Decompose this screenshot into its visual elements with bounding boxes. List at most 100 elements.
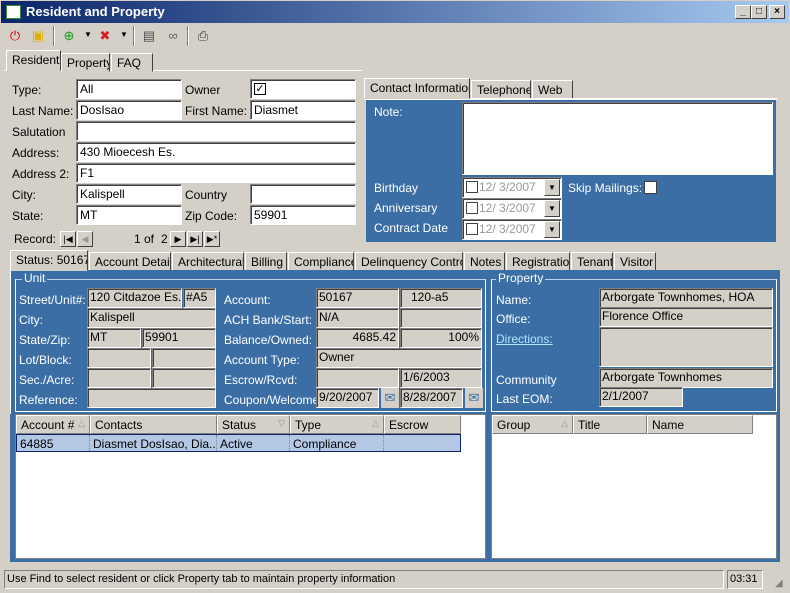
account-field: 50167	[316, 288, 399, 308]
directions-link[interactable]: Directions:	[496, 332, 553, 346]
salutation-label: Salutation	[12, 125, 66, 139]
contract-date-picker[interactable]: 12/ 3/2007 ▼	[462, 219, 562, 240]
type-field[interactable]: All	[76, 79, 182, 99]
edit-icon[interactable]: ▤	[140, 27, 158, 45]
tab-status-50167[interactable]: Status: 50167	[10, 250, 88, 271]
cell-type: Compliance	[290, 435, 384, 451]
cell-contacts: Diasmet DosIsao, Dia...	[90, 435, 217, 451]
accounts-grid[interactable]: Account # △ Contacts Status ▽ Type △ Escrow…	[15, 414, 486, 559]
first-name-field[interactable]: Diasmet	[250, 100, 356, 120]
zip-field[interactable]: 59901	[250, 205, 356, 225]
chevron-down-icon[interactable]: ▼	[544, 179, 560, 196]
sort-desc-icon: ▽	[278, 418, 285, 428]
anniversary-checkbox[interactable]	[466, 202, 478, 214]
account-type-field: Owner	[316, 348, 482, 368]
column-label: Status	[222, 418, 257, 432]
new-record-button[interactable]: ▶*	[204, 231, 220, 247]
prev-record-button[interactable]: ◀	[77, 231, 93, 247]
envelope-icon[interactable]: ✉	[381, 388, 399, 408]
account-type-label: Account Type:	[224, 353, 300, 367]
column-header-account[interactable]: Account # △	[16, 415, 90, 434]
column-header-title[interactable]: Title	[573, 415, 647, 434]
note-textarea[interactable]	[462, 102, 773, 175]
last-name-field[interactable]: DosIsao	[76, 100, 182, 120]
record-of: of	[144, 232, 155, 246]
tab-billing[interactable]: Billing	[245, 252, 287, 271]
column-header-name[interactable]: Name	[647, 415, 753, 434]
toolbar-separator	[133, 26, 135, 46]
next-record-button[interactable]: ▶	[170, 231, 186, 247]
community-label: Community	[496, 373, 557, 387]
owner-checkbox[interactable]: ✓	[254, 83, 266, 95]
column-header-escrow[interactable]: Escrow	[384, 415, 461, 434]
state-field[interactable]: MT	[76, 205, 182, 225]
block-field	[152, 348, 216, 368]
resize-grip-icon[interactable]: ◢	[775, 578, 783, 589]
add-icon[interactable]: ⊕	[60, 27, 78, 45]
column-header-contacts[interactable]: Contacts	[90, 415, 217, 434]
print-icon[interactable]: ⎙	[194, 27, 212, 45]
tab-resident[interactable]: Resident	[6, 50, 61, 71]
first-record-button[interactable]: |◀	[60, 231, 76, 247]
tab-account-detail[interactable]: Account Detail	[89, 252, 171, 271]
address2-field[interactable]: F1	[76, 163, 356, 183]
add-dropdown-icon[interactable]: ▼	[84, 30, 92, 39]
table-row[interactable]: 64885 Diasmet DosIsao, Dia... Active Com…	[16, 434, 461, 452]
directions-field	[599, 327, 773, 367]
office-label: Office:	[496, 312, 531, 326]
salutation-field[interactable]	[76, 121, 356, 141]
tab-architectural[interactable]: Architectural	[172, 252, 244, 271]
save-icon[interactable]: ▣	[29, 27, 47, 45]
birthday-checkbox[interactable]	[466, 181, 478, 193]
escrow-field	[316, 368, 399, 388]
find-icon[interactable]: ∞	[164, 27, 182, 45]
envelope-icon[interactable]: ✉	[465, 388, 483, 408]
address-field[interactable]: 430 Mioecesh Es.	[76, 142, 356, 162]
column-header-group[interactable]: Group △	[492, 415, 573, 434]
delete-dropdown-icon[interactable]: ▼	[120, 30, 128, 39]
tab-web[interactable]: Web	[532, 80, 573, 99]
maximize-button[interactable]: □	[751, 5, 767, 19]
country-field[interactable]	[250, 184, 356, 204]
tab-contact-information[interactable]: Contact Information	[364, 78, 470, 99]
sort-asc-icon: △	[372, 418, 379, 428]
account-label: Account:	[224, 293, 271, 307]
toolbar-separator	[53, 26, 55, 46]
first-name-label: First Name:	[185, 104, 248, 118]
tab-telephone[interactable]: Telephone	[471, 80, 531, 99]
chevron-down-icon[interactable]: ▼	[544, 200, 560, 217]
tab-faq[interactable]: FAQ	[111, 53, 153, 72]
tab-visitor[interactable]: Visitor	[614, 252, 656, 271]
last-record-button[interactable]: ▶|	[187, 231, 203, 247]
owner-label: Owner	[185, 83, 221, 97]
address2-label: Address 2:	[12, 167, 70, 181]
record-total: 2	[161, 232, 168, 246]
skip-mailings-checkbox[interactable]	[644, 181, 657, 194]
tab-compliance[interactable]: Compliance	[288, 252, 354, 271]
close-button[interactable]: ×	[769, 5, 785, 19]
chevron-down-icon[interactable]: ▼	[544, 221, 560, 238]
power-icon[interactable]: ⏻	[6, 27, 24, 45]
city-field[interactable]: Kalispell	[76, 184, 182, 204]
contract-date-checkbox[interactable]	[466, 223, 478, 235]
column-header-type[interactable]: Type △	[290, 415, 384, 434]
anniversary-picker[interactable]: 12/ 3/2007 ▼	[462, 198, 562, 219]
tab-tenant[interactable]: Tenant	[571, 252, 613, 271]
reference-label: Reference:	[19, 393, 78, 407]
sort-asc-icon: △	[78, 418, 85, 428]
community-field: Arborgate Townhomes	[599, 368, 773, 388]
tab-registration[interactable]: Registration	[506, 252, 570, 271]
column-header-status[interactable]: Status ▽	[217, 415, 290, 434]
escrow-rcvd-label: Escrow/Rcvd:	[224, 373, 298, 387]
state-label: State:	[12, 209, 44, 223]
contacts-grid[interactable]: Group △ Title Name	[491, 414, 777, 559]
minimize-button[interactable]: _	[735, 5, 751, 19]
rcvd-field: 1/6/2003	[400, 368, 482, 388]
tab-notes[interactable]: Notes	[464, 252, 505, 271]
property-name-label: Name:	[496, 293, 532, 307]
tab-delinquency-control[interactable]: Delinquency Control	[355, 252, 463, 271]
birthday-picker[interactable]: 12/ 3/2007 ▼	[462, 177, 562, 198]
delete-icon[interactable]: ✖	[96, 27, 114, 45]
record-label: Record:	[14, 232, 57, 246]
tab-property[interactable]: Property	[61, 53, 110, 72]
